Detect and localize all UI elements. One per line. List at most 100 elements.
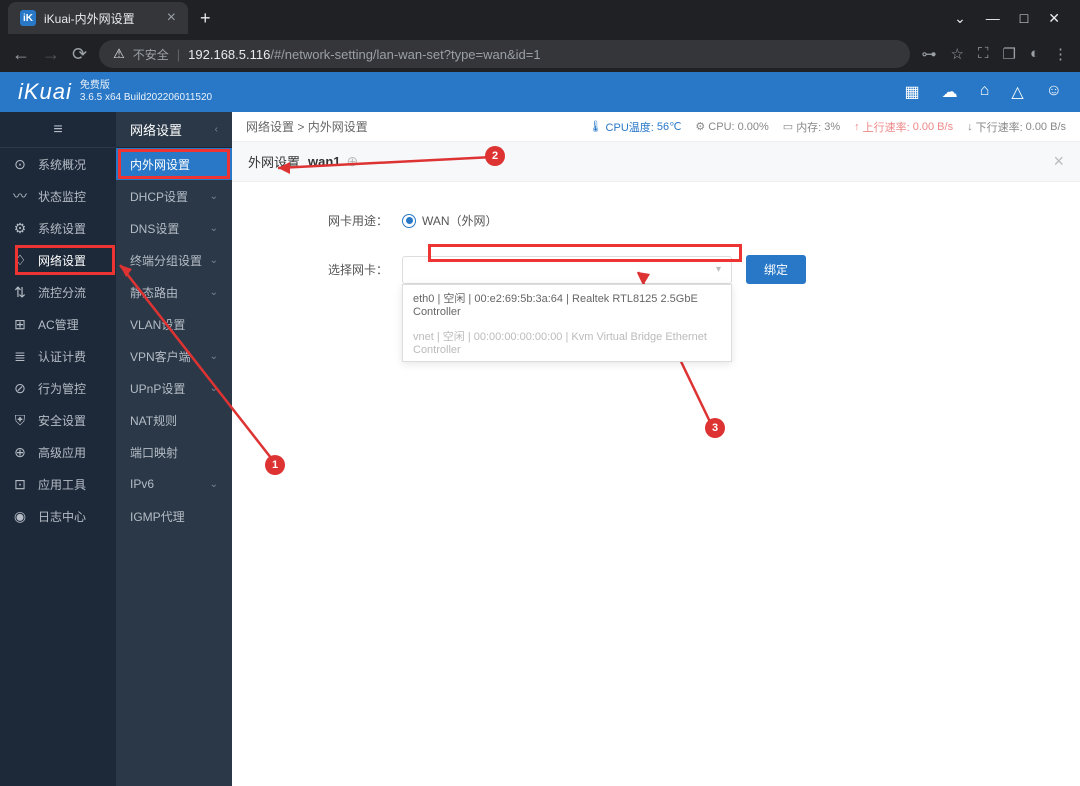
sidebar1-item[interactable]: ⛨安全设置 — [0, 404, 116, 436]
menu-icon: ♢ — [12, 252, 28, 269]
chevron-down-icon[interactable]: ⌄ — [954, 10, 966, 27]
warning-icon: ⚠ — [113, 46, 125, 62]
sidebar2-item[interactable]: 内外网设置 — [116, 148, 232, 180]
close-icon[interactable]: × — [1053, 151, 1064, 172]
close-tab-icon[interactable]: × — [167, 9, 176, 27]
chevron-down-icon: ⌄ — [210, 287, 218, 298]
menu-icon: ⚙ — [12, 220, 28, 237]
status-strip: 🌡 CPU温度: 56℃ ⚙ CPU: 0.00% ▭ 内存: 3% ↑ 上行速… — [589, 119, 1066, 135]
sidebar1-item[interactable]: ⊘行为管控 — [0, 372, 116, 404]
sidebar1-item[interactable]: ⊡应用工具 — [0, 468, 116, 500]
extensions-icon[interactable]: ❐ — [1002, 45, 1015, 63]
sidebar1-item[interactable]: ⊙系统概况 — [0, 148, 116, 180]
add-icon[interactable]: ⊕ — [347, 153, 359, 170]
form: 网卡用途： WAN（外网） 选择网卡： ▾ eth0 | 空闲 | 00:e2:… — [232, 182, 1080, 340]
chevron-down-icon: ⌄ — [210, 191, 218, 202]
back-button[interactable]: ← — [12, 44, 30, 65]
secondary-sidebar: 网络设置‹ 内外网设置DHCP设置⌄DNS设置⌄终端分组设置⌄静态路由⌄VLAN… — [116, 112, 232, 786]
chevron-down-icon: ⌄ — [210, 255, 218, 266]
sidebar2-item[interactable]: UPnP设置⌄ — [116, 372, 232, 404]
sidebar2-item[interactable]: IGMP代理 — [116, 500, 232, 532]
primary-sidebar: ≡ ⊙系统概况〰状态监控⚙系统设置♢网络设置⇅流控分流⊞AC管理≣认证计费⊘行为… — [0, 112, 116, 786]
sidebar-toggle[interactable]: ≡ — [0, 112, 116, 148]
sidebar1-item[interactable]: ≣认证计费 — [0, 340, 116, 372]
sidebar1-item[interactable]: ◉日志中心 — [0, 500, 116, 532]
dropdown-option[interactable]: eth0 | 空闲 | 00:e2:69:5b:3a:64 | Realtek … — [403, 285, 731, 323]
user-icon[interactable]: ☺ — [1046, 82, 1062, 102]
annotation-3: 3 — [705, 418, 725, 438]
chevron-down-icon: ⌄ — [210, 383, 218, 394]
annotation-2: 2 — [485, 146, 505, 166]
chevron-down-icon: ⌄ — [210, 351, 218, 362]
home-icon[interactable]: ⌂ — [980, 82, 990, 102]
bell-icon[interactable]: △ — [1011, 82, 1023, 102]
chevron-down-icon: ⌄ — [210, 479, 218, 490]
sidebar1-item[interactable]: ⊕高级应用 — [0, 436, 116, 468]
annotation-1: 1 — [265, 455, 285, 475]
version-text: 3.6.5 x64 Build202206011520 — [80, 92, 212, 104]
select-nic-label: 选择网卡： — [292, 261, 402, 278]
nic-select[interactable]: ▾ — [402, 256, 732, 284]
content-area: 网络设置 > 内外网设置 🌡 CPU温度: 56℃ ⚙ CPU: 0.00% ▭… — [232, 112, 1080, 786]
menu-icon: ⊙ — [12, 156, 28, 173]
bind-button[interactable]: 绑定 — [746, 255, 806, 284]
menu-icon: ⊘ — [12, 380, 28, 397]
menu-icon: ⛨ — [12, 412, 28, 429]
menu-icon: ⊡ — [12, 476, 28, 493]
sidebar2-item[interactable]: 端口映射 — [116, 436, 232, 468]
chevron-down-icon: ▾ — [716, 264, 721, 275]
menu-icon: ⇅ — [12, 284, 28, 301]
sidebar1-item[interactable]: ⚙系统设置 — [0, 212, 116, 244]
sidebar2-item[interactable]: 静态路由⌄ — [116, 276, 232, 308]
profile-icon[interactable]: ◐ — [1030, 45, 1039, 63]
cloud-icon[interactable]: ☁ — [942, 82, 958, 102]
page-title-bar: 外网设置 wan1 ⊕ × — [232, 142, 1080, 182]
sidebar2-item[interactable]: 终端分组设置⌄ — [116, 244, 232, 276]
apps-icon[interactable]: ▦ — [905, 82, 920, 102]
browser-chrome: iK iKuai-内外网设置 × + ⌄ — □ ✕ ← → ⟳ ⚠ 不安全 |… — [0, 0, 1080, 72]
app-header: iKuai 免费版 3.6.5 x64 Build202206011520 ▦ … — [0, 72, 1080, 112]
menu-icon[interactable]: ⋮ — [1053, 45, 1068, 63]
screen-icon[interactable]: ⛶ — [978, 45, 989, 63]
wan-radio[interactable]: WAN（外网） — [402, 212, 498, 229]
sidebar1-item[interactable]: ⇅流控分流 — [0, 276, 116, 308]
breadcrumb: 网络设置 > 内外网设置 🌡 CPU温度: 56℃ ⚙ CPU: 0.00% ▭… — [232, 112, 1080, 142]
version-label: 免费版 — [80, 80, 212, 92]
sidebar2-item[interactable]: DNS设置⌄ — [116, 212, 232, 244]
sidebar2-item[interactable]: VPN客户端⌄ — [116, 340, 232, 372]
tab-bar: iK iKuai-内外网设置 × + ⌄ — □ ✕ — [0, 0, 1080, 36]
favicon: iK — [20, 10, 36, 26]
menu-icon: ⊞ — [12, 316, 28, 333]
sidebar2-item[interactable]: IPv6⌄ — [116, 468, 232, 500]
logo: iKuai — [18, 79, 72, 105]
sidebar1-item[interactable]: 〰状态监控 — [0, 180, 116, 212]
menu-icon: ◉ — [12, 508, 28, 525]
maximize-icon[interactable]: □ — [1020, 10, 1028, 27]
sidebar2-item[interactable]: DHCP设置⌄ — [116, 180, 232, 212]
dropdown-option[interactable]: vnet | 空闲 | 00:00:00:00:00:00 | Kvm Virt… — [403, 323, 731, 361]
nic-dropdown: eth0 | 空闲 | 00:e2:69:5b:3a:64 | Realtek … — [402, 284, 732, 362]
chevron-down-icon: ⌄ — [210, 223, 218, 234]
page-title: 外网设置 — [248, 152, 300, 171]
key-icon[interactable]: ⊶ — [922, 45, 937, 63]
sidebar2-item[interactable]: VLAN设置 — [116, 308, 232, 340]
reload-button[interactable]: ⟳ — [72, 44, 87, 65]
menu-icon: ⊕ — [12, 444, 28, 461]
window-controls: ⌄ — □ ✕ — [954, 10, 1072, 27]
sidebar1-item[interactable]: ⊞AC管理 — [0, 308, 116, 340]
sidebar1-item[interactable]: ♢网络设置 — [0, 244, 116, 276]
star-icon[interactable]: ☆ — [951, 45, 964, 63]
new-tab-button[interactable]: + — [200, 8, 211, 29]
forward-button[interactable]: → — [42, 44, 60, 65]
minimize-icon[interactable]: — — [986, 10, 1000, 27]
url-input[interactable]: ⚠ 不安全 | 192.168.5.116/#/network-setting/… — [99, 40, 909, 68]
address-bar: ← → ⟳ ⚠ 不安全 | 192.168.5.116/#/network-se… — [0, 36, 1080, 72]
menu-icon: 〰 — [12, 186, 28, 206]
nic-usage-label: 网卡用途： — [292, 212, 402, 229]
browser-tab[interactable]: iK iKuai-内外网设置 × — [8, 2, 188, 34]
tab-title: iKuai-内外网设置 — [44, 10, 135, 27]
sidebar2-title: 网络设置‹ — [116, 112, 232, 148]
sidebar2-item[interactable]: NAT规则 — [116, 404, 232, 436]
close-window-icon[interactable]: ✕ — [1048, 10, 1060, 27]
menu-icon: ≣ — [12, 348, 28, 365]
